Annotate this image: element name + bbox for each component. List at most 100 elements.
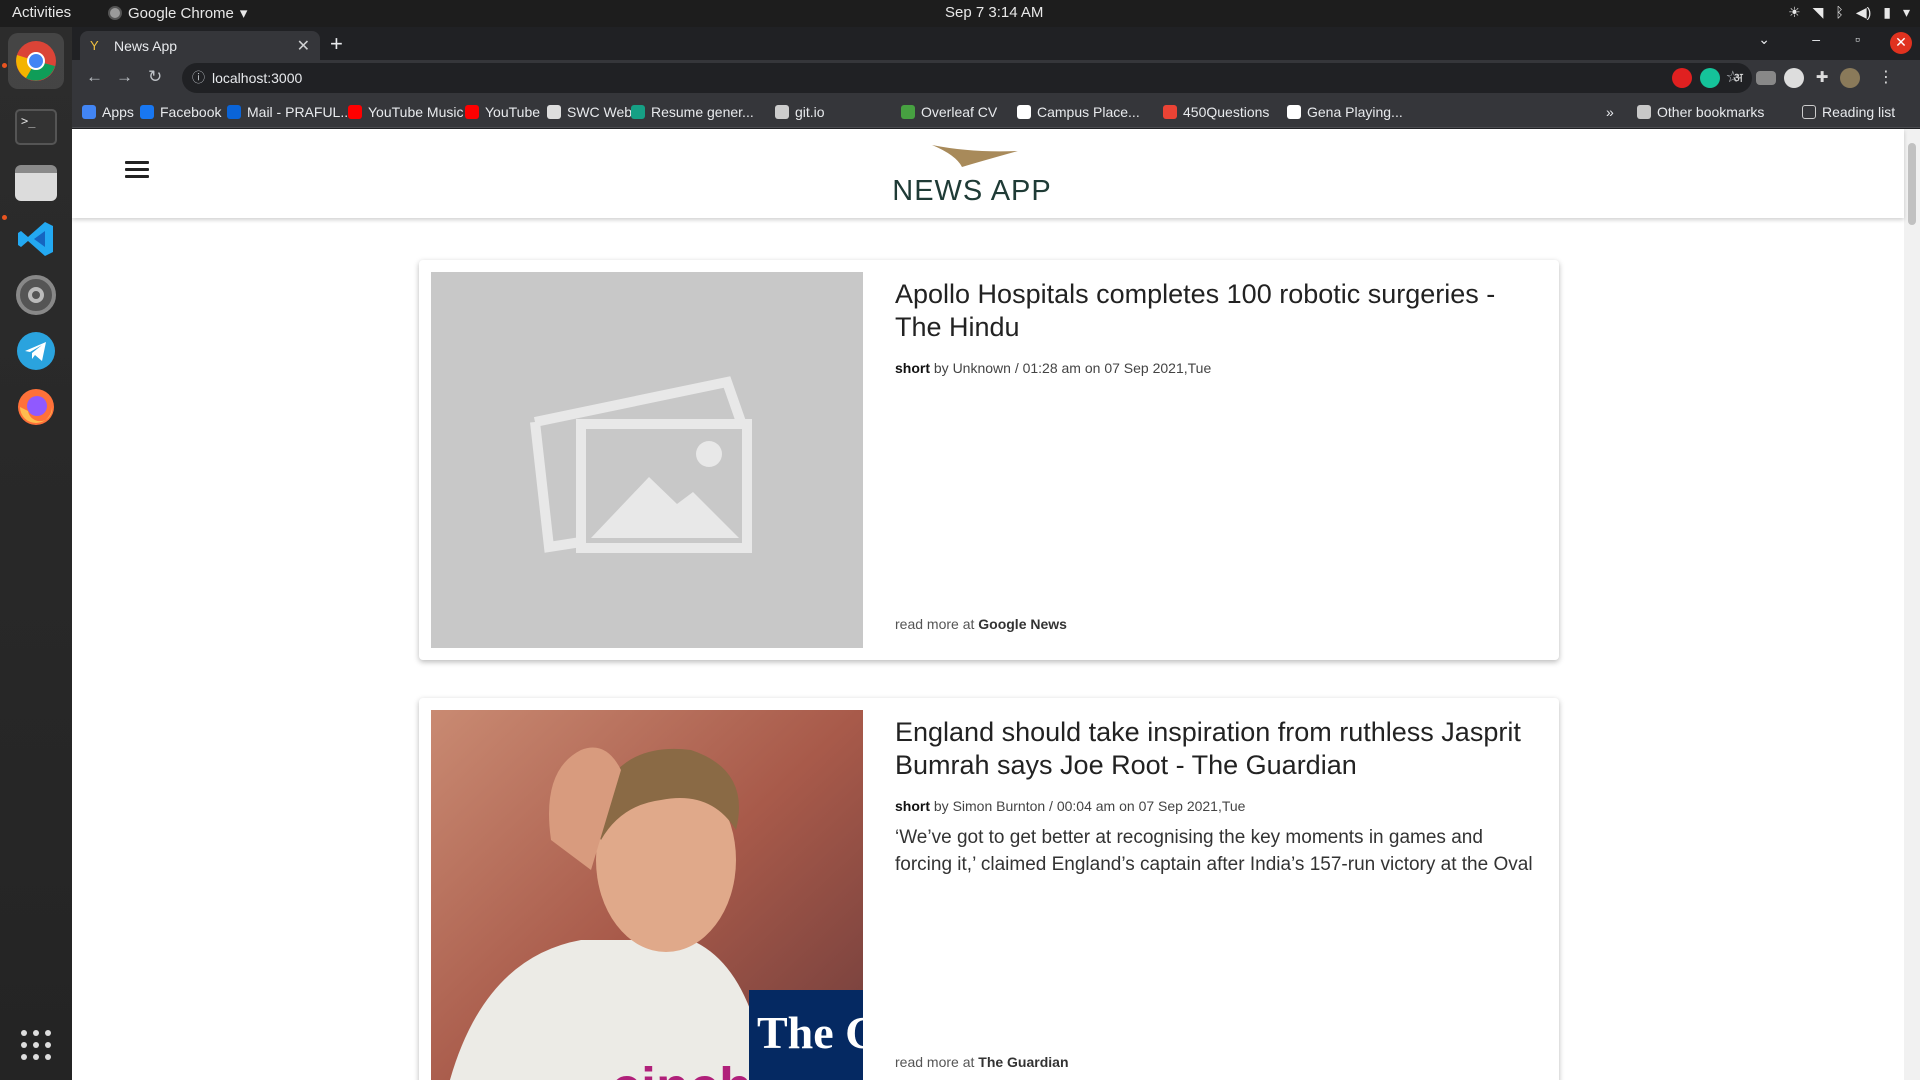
system-tray[interactable]: ☀ ◥ ᛒ ◀) ▮ ▾ [1788, 4, 1910, 21]
read-more-prefix: read more at [895, 616, 979, 632]
bookmark-item[interactable]: Facebook [140, 104, 221, 120]
bookmark-favicon-icon [348, 105, 362, 119]
back-arrow-icon[interactable]: ← [86, 67, 103, 87]
browser-menu-icon[interactable]: ⋮ [1876, 68, 1896, 88]
svg-text:cinch: cinch [611, 1057, 752, 1080]
article-meta: short by Simon Burnton / 00:04 am on 07 … [895, 798, 1245, 814]
restore-icon[interactable]: ▫ [1855, 31, 1860, 47]
bookmark-favicon-icon [140, 105, 154, 119]
bookmark-favicon-icon [227, 105, 241, 119]
bookmarks-overflow-button[interactable]: » [1606, 104, 1614, 120]
profile-avatar[interactable] [1840, 68, 1860, 88]
extension-circle-icon[interactable] [1784, 68, 1804, 88]
tab-search-icon[interactable]: ⌄ [1758, 31, 1770, 48]
bookmarks-bar: Apps Facebook Mail - PRAFUL... YouTube Musi… [72, 96, 1920, 128]
files-dock-icon[interactable] [8, 155, 64, 211]
forward-arrow-icon[interactable]: → [116, 67, 133, 87]
read-more: read more at Google News [895, 616, 1067, 632]
bookmark-item[interactable]: SWC WebD [547, 104, 642, 120]
brightness-icon: ☀ [1788, 4, 1801, 20]
bookmark-item[interactable]: Campus Place... [1017, 104, 1140, 120]
bookmark-label: Gena Playing... [1307, 104, 1403, 120]
image-placeholder-icon [530, 376, 752, 553]
vscode-dock-icon[interactable] [8, 211, 64, 267]
bookmark-item[interactable]: YouTube [465, 104, 540, 120]
extensions-puzzle-icon[interactable]: ✚ [1812, 68, 1832, 88]
bookmark-item[interactable]: Resume gener... [631, 104, 754, 120]
article-headline[interactable]: Apollo Hospitals completes 100 robotic s… [895, 278, 1545, 344]
grammarly-icon[interactable] [1700, 68, 1720, 88]
article-meta: short by Unknown / 01:28 am on 07 Sep 20… [895, 360, 1211, 376]
tray-menu-arrow-icon: ▾ [1902, 4, 1910, 20]
bookmark-label: git.io [795, 104, 825, 120]
app-menu[interactable]: Google Chrome ▾ [108, 4, 247, 22]
hindi-input-icon[interactable]: अ [1728, 68, 1748, 88]
article-photo-cricketer: cinch The Guar [431, 710, 863, 1080]
article-tag: short [895, 798, 930, 814]
scrollbar-thumb[interactable] [1908, 143, 1916, 225]
bookmark-favicon-icon [631, 105, 645, 119]
bookmark-favicon-icon [1017, 105, 1031, 119]
settings-dock-icon[interactable] [8, 267, 64, 323]
bookmark-label: YouTube [485, 104, 541, 120]
app-header: NEWS APP [72, 129, 1904, 218]
system-clock[interactable]: Sep 7 3:14 AM [945, 4, 1043, 21]
reading-list-label: Reading list [1822, 104, 1896, 120]
bird-logo-icon [932, 145, 1018, 167]
tab-news-app[interactable]: Y News App ✕ [80, 31, 320, 60]
news-card: cinch The Guar England should take inspi… [419, 698, 1559, 1080]
read-more-source-link[interactable]: The Guardian [978, 1054, 1068, 1070]
dropdown-arrow-icon: ▾ [239, 5, 248, 22]
article-headline[interactable]: England should take inspiration from rut… [895, 716, 1545, 782]
address-bar[interactable]: ⓘ localhost:3000 ☆ [182, 63, 1752, 93]
chrome-dock-icon[interactable] [8, 33, 64, 89]
tab-strip: Y News App ✕ + ⌄ – ▫ ✕ [72, 27, 1920, 60]
bookmark-item[interactable]: git.io [775, 104, 825, 120]
article-byline: by Simon Burnton / 00:04 am on 07 Sep 20… [930, 798, 1246, 814]
tab-close-icon[interactable]: ✕ [297, 36, 310, 56]
minimize-icon[interactable]: – [1812, 31, 1820, 47]
article-byline: by Unknown / 01:28 am on 07 Sep 2021,Tue [930, 360, 1212, 376]
dock: >_ [0, 27, 72, 1080]
show-applications-icon[interactable] [8, 1017, 64, 1073]
bookmark-favicon-icon [1287, 105, 1301, 119]
window-close-icon[interactable]: ✕ [1890, 32, 1912, 54]
logo-title: NEWS APP [892, 175, 1052, 207]
article-image-placeholder [431, 272, 863, 648]
site-info-icon[interactable]: ⓘ [192, 63, 205, 93]
extension-gray-icon[interactable] [1756, 71, 1776, 85]
other-bookmarks[interactable]: Other bookmarks [1637, 104, 1764, 120]
extension-red-icon[interactable] [1672, 68, 1692, 88]
reading-list-icon [1802, 105, 1816, 119]
volume-icon: ◀) [1855, 4, 1872, 20]
telegram-dock-icon[interactable] [8, 323, 64, 379]
bookmark-favicon-icon [82, 105, 96, 119]
reload-icon[interactable]: ↻ [148, 67, 162, 87]
bookmark-item[interactable]: Overleaf CV [901, 104, 997, 120]
bookmark-item[interactable]: 450Questions [1163, 104, 1269, 120]
tab-title: News App [114, 37, 178, 54]
browser-window: Y News App ✕ + ⌄ – ▫ ✕ ← → ↻ ⓘ localhost… [72, 27, 1920, 1080]
chrome-app-icon [108, 6, 122, 20]
firefox-dock-icon[interactable] [8, 379, 64, 435]
battery-icon: ▮ [1883, 4, 1891, 20]
system-top-bar: Activities Google Chrome ▾ Sep 7 3:14 AM… [0, 0, 1920, 27]
terminal-dock-icon[interactable]: >_ [8, 99, 64, 155]
activities-button[interactable]: Activities [12, 4, 71, 21]
bookmark-item[interactable]: Gena Playing... [1287, 104, 1403, 120]
bluetooth-icon: ᛒ [1835, 4, 1844, 20]
bookmark-label: Mail - PRAFUL... [247, 104, 353, 120]
menu-hamburger-icon[interactable] [125, 161, 149, 181]
page-scrollbar[interactable] [1904, 129, 1920, 1080]
news-app-logo[interactable]: NEWS APP [892, 139, 1052, 211]
bookmark-favicon-icon [775, 105, 789, 119]
bookmark-item[interactable]: Mail - PRAFUL... [227, 104, 352, 120]
new-tab-button[interactable]: + [330, 31, 343, 57]
bookmark-favicon-icon [547, 105, 561, 119]
read-more-source-link[interactable]: Google News [978, 616, 1067, 632]
browser-toolbar: ← → ↻ ⓘ localhost:3000 ☆ अ ✚ ⋮ [72, 60, 1920, 96]
bookmark-item[interactable]: Apps [82, 104, 134, 120]
read-more: read more at The Guardian [895, 1054, 1069, 1070]
reading-list[interactable]: Reading list [1802, 104, 1895, 120]
bookmark-item[interactable]: YouTube Music [348, 104, 463, 120]
